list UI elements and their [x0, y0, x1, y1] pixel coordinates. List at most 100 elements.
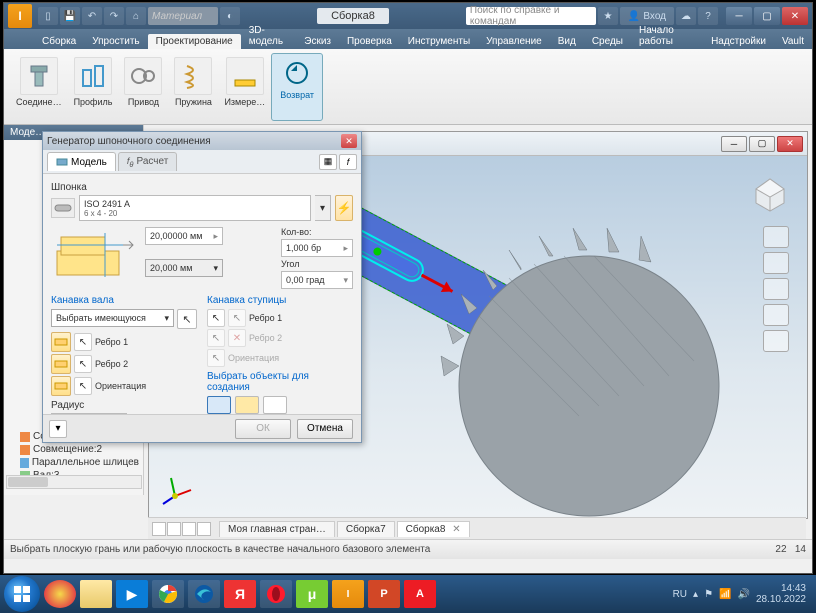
tray-volume-icon[interactable]: 🔊	[737, 589, 749, 600]
hub-edge1-pick[interactable]: ↖	[207, 309, 225, 327]
tabview-icon[interactable]	[197, 522, 211, 536]
shaft-orient-icon[interactable]	[51, 376, 71, 396]
ribbon-tab-addins[interactable]: Надстройки	[703, 34, 774, 49]
clock[interactable]: 14:43 28.10.2022	[756, 583, 806, 605]
doc-tab-home[interactable]: Моя главная стран…	[219, 521, 335, 537]
key-dropdown-icon[interactable]: ▾	[315, 195, 331, 221]
doc-tab-asm7[interactable]: Сборка7	[337, 521, 395, 537]
ok-button[interactable]: ОК	[235, 419, 291, 439]
star-icon[interactable]: ★	[598, 7, 618, 25]
tabview-icon[interactable]	[152, 522, 166, 536]
lang-indicator[interactable]: RU	[673, 589, 687, 600]
ribbon-tab-view[interactable]: Вид	[550, 34, 584, 49]
material-combo[interactable]: Материал	[148, 7, 218, 25]
ribbon-tab-getstarted[interactable]: Начало работы	[631, 23, 703, 49]
dialog-close-button[interactable]: ✕	[341, 134, 357, 148]
shaft-select-combo[interactable]: Выбрать имеющуюся▾	[51, 309, 174, 327]
ribbon-tab-tools[interactable]: Инструменты	[400, 34, 478, 49]
dialog-expand-button[interactable]: ▾	[49, 420, 67, 438]
tray-up-icon[interactable]: ▴	[693, 589, 698, 600]
viewcube[interactable]	[745, 166, 795, 216]
task-opera[interactable]	[260, 580, 292, 608]
ribbon-group-measure[interactable]: Измере…	[218, 53, 271, 121]
help-search[interactable]: Поиск по справке и командам	[466, 7, 596, 25]
key-standard-select[interactable]: ISO 2491 A 6 x 4 - 20	[79, 195, 311, 221]
task-utorrent[interactable]: μ	[296, 580, 328, 608]
dialog-tab-model[interactable]: Модель	[47, 152, 116, 171]
dialog-tab-calc[interactable]: fθ Расчет	[118, 152, 177, 172]
task-media[interactable]: ▶	[116, 580, 148, 608]
task-chrome[interactable]	[152, 580, 184, 608]
edge1-pick[interactable]: ↖	[74, 333, 92, 351]
nav-zoom-icon[interactable]	[763, 278, 789, 300]
app-icon[interactable]: I	[8, 4, 32, 28]
dialog-footer: ▾ ОК Отмена	[43, 414, 361, 442]
task-inventor[interactable]: I	[332, 580, 364, 608]
dialog-titlebar[interactable]: Генератор шпоночного соединения ✕	[43, 132, 361, 150]
nav-lookat-icon[interactable]	[763, 330, 789, 352]
task-yandex[interactable]	[44, 580, 76, 608]
shaft-pick-button[interactable]: ↖	[177, 309, 197, 329]
tray-flag-icon[interactable]: ⚑	[704, 589, 713, 600]
nav-pan-icon[interactable]	[763, 252, 789, 274]
ribbon-group-power[interactable]: Привод	[118, 53, 168, 121]
create-label: Выбрать объекты для создания	[207, 371, 353, 393]
browser-hscroll[interactable]	[6, 475, 142, 489]
vp-close[interactable]: ✕	[777, 136, 803, 152]
shaft-ref2-icon[interactable]	[51, 354, 71, 374]
dialog-fx-icon[interactable]: f	[339, 154, 357, 170]
task-powerpoint[interactable]: P	[368, 580, 400, 608]
tabview-icon[interactable]	[182, 522, 196, 536]
length2-combo[interactable]: 20,000 мм▾	[145, 259, 223, 277]
qat-save-icon[interactable]: 💾	[60, 7, 80, 25]
vp-maximize[interactable]: ▢	[749, 136, 775, 152]
qat-undo-icon[interactable]: ↶	[82, 7, 102, 25]
ribbon-tab-sketch[interactable]: Эскиз	[296, 34, 339, 49]
create-opt2[interactable]	[235, 396, 259, 414]
minimize-button[interactable]: ─	[726, 7, 752, 25]
edge2-pick[interactable]: ↖	[74, 355, 92, 373]
task-yabrowser[interactable]: Я	[224, 580, 256, 608]
qat-redo-icon[interactable]: ↷	[104, 7, 124, 25]
task-edge[interactable]	[188, 580, 220, 608]
vp-minimize[interactable]: ─	[721, 136, 747, 152]
doc-tab-asm8[interactable]: Сборка8 ✕	[397, 521, 470, 537]
nav-orbit-icon[interactable]	[763, 304, 789, 326]
ribbon-tab-3dmodel[interactable]: 3D-модель	[241, 23, 297, 49]
ribbon-group-frame[interactable]: Профиль	[68, 53, 119, 121]
qty-field[interactable]: 1,000 бр▸	[281, 239, 353, 257]
start-button[interactable]	[4, 576, 40, 612]
ribbon-tab-vault[interactable]: Vault	[774, 34, 812, 49]
tree-item[interactable]: Параллельное шлицев	[6, 456, 141, 469]
nav-wheel-icon[interactable]	[763, 226, 789, 248]
qat-appearance-icon[interactable]: ◐	[220, 7, 240, 25]
qat-open-icon[interactable]: ▯	[38, 7, 58, 25]
orient-pick[interactable]: ↖	[74, 377, 92, 395]
ribbon-group-spring[interactable]: Пружина	[168, 53, 218, 121]
ribbon-tab-assembly[interactable]: Сборка	[34, 34, 84, 49]
ribbon-tab-manage[interactable]: Управление	[478, 34, 550, 49]
maximize-button[interactable]: ▢	[754, 7, 780, 25]
cancel-button[interactable]: Отмена	[297, 419, 353, 439]
shaft-ref1-icon[interactable]	[51, 332, 71, 352]
system-tray: RU ▴ ⚑ 📶 🔊 14:43 28.10.2022	[673, 583, 812, 605]
tree-item[interactable]: Совмещение:2	[6, 443, 141, 456]
dialog-save-icon[interactable]: ▦	[319, 154, 337, 170]
create-opt3[interactable]	[263, 396, 287, 414]
task-acrobat[interactable]: A	[404, 580, 436, 608]
tabview-icon[interactable]	[167, 522, 181, 536]
length-field[interactable]: 20,00000 мм▸	[145, 227, 223, 245]
qat-home-icon[interactable]: ⌂	[126, 7, 146, 25]
ribbon-tab-env[interactable]: Среды	[584, 34, 631, 49]
update-button[interactable]: ⚡	[335, 195, 353, 221]
create-opt1[interactable]	[207, 396, 231, 414]
ribbon-group-bolt[interactable]: Соедине…	[10, 53, 68, 121]
task-explorer[interactable]	[80, 580, 112, 608]
close-button[interactable]: ✕	[782, 7, 808, 25]
ribbon-tab-design[interactable]: Проектирование	[148, 34, 241, 49]
angle-field[interactable]: 0,00 град▾	[281, 271, 353, 289]
ribbon-tab-simplify[interactable]: Упростить	[84, 34, 147, 49]
ribbon-group-return[interactable]: Возврат	[271, 53, 323, 121]
tray-network-icon[interactable]: 📶	[719, 589, 731, 600]
ribbon-tab-inspect[interactable]: Проверка	[339, 34, 400, 49]
